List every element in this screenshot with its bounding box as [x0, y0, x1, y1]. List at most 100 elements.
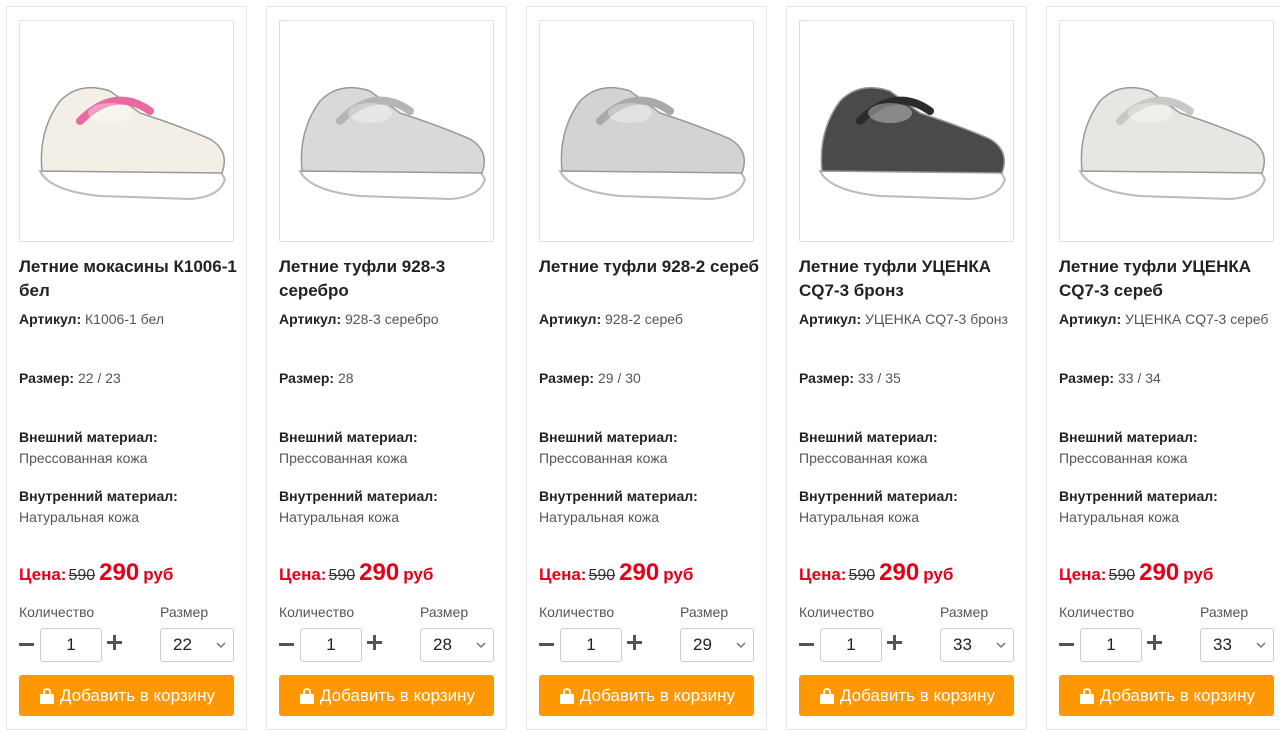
quantity-input[interactable]: 1 — [300, 628, 362, 662]
quantity-label: Количество — [539, 604, 615, 620]
size-select-value: 28 — [433, 635, 452, 654]
minus-icon[interactable] — [1059, 633, 1075, 655]
size-select[interactable]: 33 — [940, 628, 1014, 662]
add-to-cart-label: Добавить в корзину — [319, 685, 476, 705]
chevron-down-icon — [1256, 642, 1266, 649]
product-sizes: Размер: 33 / 35 — [799, 370, 901, 386]
quantity-label: Количество — [799, 604, 875, 620]
product-article: Артикул: К1006-1 бел — [19, 311, 164, 327]
size-label: Размер — [420, 604, 469, 620]
product-grid: Летние мокасины К1006-1 бел Артикул: К10… — [6, 6, 1280, 730]
shoe-image — [38, 86, 227, 201]
shopping-bag-icon — [39, 687, 54, 704]
new-price: 290 — [359, 559, 400, 586]
plus-icon[interactable] — [107, 635, 123, 651]
price-label: Цена: — [19, 565, 67, 584]
product-title[interactable]: Летние туфли УЦЕНКА CQ7-3 бронз — [799, 255, 1019, 303]
plus-icon[interactable] — [627, 635, 643, 651]
price-label: Цена: — [539, 565, 587, 584]
shoe-image — [818, 86, 1007, 201]
product-sizes: Размер: 28 — [279, 370, 354, 386]
product-sizes: Размер: 29 / 30 — [539, 370, 641, 386]
currency: руб — [143, 565, 174, 584]
price-label: Цена: — [279, 565, 327, 584]
add-to-cart-label: Добавить в корзину — [839, 685, 996, 705]
minus-icon[interactable] — [799, 633, 815, 655]
size-label: Размер — [940, 604, 989, 620]
add-to-cart-button[interactable]: Добавить в корзину — [19, 675, 234, 716]
old-price: 590 — [588, 567, 616, 584]
add-to-cart-button[interactable]: Добавить в корзину — [539, 675, 754, 716]
price-label: Цена: — [799, 565, 847, 584]
product-article: Артикул: 928-2 сереб — [539, 311, 683, 327]
product-image[interactable] — [279, 20, 494, 242]
old-price: 590 — [1108, 567, 1136, 584]
size-label: Размер — [680, 604, 729, 620]
old-price: 590 — [848, 567, 876, 584]
product-image[interactable] — [539, 20, 754, 242]
size-select-value: 33 — [1213, 635, 1232, 654]
product-card: Летние туфли УЦЕНКА CQ7-3 бронз Артикул:… — [786, 6, 1027, 730]
product-outer-material: Внешний материал: Прессованная кожа — [19, 429, 158, 466]
shopping-bag-icon — [299, 687, 314, 704]
product-price: Цена: 590 290 руб — [539, 559, 693, 587]
product-image[interactable] — [19, 20, 234, 242]
product-price: Цена: 590 290 руб — [1059, 559, 1213, 587]
quantity-input[interactable]: 1 — [820, 628, 882, 662]
size-select[interactable]: 22 — [160, 628, 234, 662]
product-outer-material: Внешний материал: Прессованная кожа — [279, 429, 418, 466]
old-price: 590 — [328, 567, 356, 584]
quantity-input[interactable]: 1 — [40, 628, 102, 662]
add-to-cart-label: Добавить в корзину — [579, 685, 736, 705]
add-to-cart-button[interactable]: Добавить в корзину — [279, 675, 494, 716]
new-price: 290 — [99, 559, 140, 586]
minus-icon[interactable] — [19, 633, 35, 655]
product-inner-material: Внутренний материал: Натуральная кожа — [1059, 488, 1218, 525]
minus-icon[interactable] — [539, 633, 555, 655]
product-card: Летние мокасины К1006-1 бел Артикул: К10… — [6, 6, 247, 730]
product-inner-material: Внутренний материал: Натуральная кожа — [799, 488, 958, 525]
product-inner-material: Внутренний материал: Натуральная кожа — [539, 488, 698, 525]
currency: руб — [1183, 565, 1214, 584]
add-to-cart-label: Добавить в корзину — [59, 685, 216, 705]
shopping-bag-icon — [559, 687, 574, 704]
product-outer-material: Внешний материал: Прессованная кожа — [1059, 429, 1198, 466]
new-price: 290 — [619, 559, 660, 586]
size-select[interactable]: 28 — [420, 628, 494, 662]
plus-icon[interactable] — [1147, 635, 1163, 651]
currency: руб — [663, 565, 694, 584]
shoe-image — [1078, 86, 1267, 201]
product-outer-material: Внешний материал: Прессованная кожа — [539, 429, 678, 466]
product-title[interactable]: Летние туфли 928-2 сереб — [539, 255, 759, 279]
quantity-input[interactable]: 1 — [560, 628, 622, 662]
add-to-cart-button[interactable]: Добавить в корзину — [799, 675, 1014, 716]
shopping-bag-icon — [1079, 687, 1094, 704]
size-select-value: 22 — [173, 635, 192, 654]
size-label: Размер — [160, 604, 209, 620]
chevron-down-icon — [736, 642, 746, 649]
product-card: Летние туфли 928-2 сереб Артикул: 928-2 … — [526, 6, 767, 730]
plus-icon[interactable] — [887, 635, 903, 651]
minus-icon[interactable] — [279, 633, 295, 655]
new-price: 290 — [1139, 559, 1180, 586]
add-to-cart-button[interactable]: Добавить в корзину — [1059, 675, 1274, 716]
quantity-label: Количество — [19, 604, 95, 620]
product-title[interactable]: Летние мокасины К1006-1 бел — [19, 255, 239, 303]
product-card: Летние туфли 928-3 серебро Артикул: 928-… — [266, 6, 507, 730]
quantity-input[interactable]: 1 — [1080, 628, 1142, 662]
product-sizes: Размер: 33 / 34 — [1059, 370, 1161, 386]
new-price: 290 — [879, 559, 920, 586]
chevron-down-icon — [216, 642, 226, 649]
product-sizes: Размер: 22 / 23 — [19, 370, 121, 386]
product-inner-material: Внутренний материал: Натуральная кожа — [19, 488, 178, 525]
product-title[interactable]: Летние туфли УЦЕНКА CQ7-3 сереб — [1059, 255, 1279, 303]
size-select[interactable]: 33 — [1200, 628, 1274, 662]
product-image[interactable] — [799, 20, 1014, 242]
product-image[interactable] — [1059, 20, 1274, 242]
size-select[interactable]: 29 — [680, 628, 754, 662]
plus-icon[interactable] — [367, 635, 383, 651]
currency: руб — [403, 565, 434, 584]
product-title[interactable]: Летние туфли 928-3 серебро — [279, 255, 499, 303]
quantity-label: Количество — [279, 604, 355, 620]
chevron-down-icon — [476, 642, 486, 649]
